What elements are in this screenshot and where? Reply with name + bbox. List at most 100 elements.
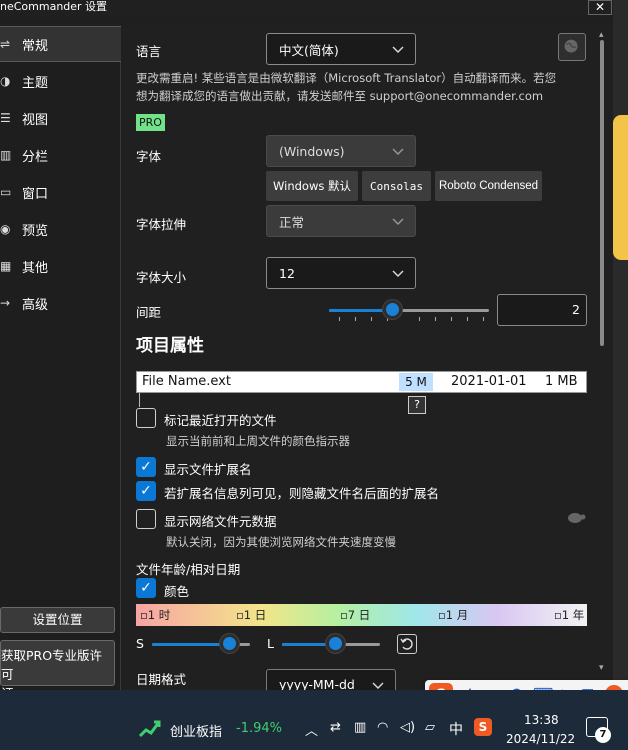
slider-tick (467, 317, 468, 321)
get-pro-license-button[interactable]: 获取PRO专业版许可 证 (0, 640, 115, 701)
mark-recent-files-label: 标记最近打开的文件 (164, 413, 277, 428)
font-value: (Windows) (279, 143, 345, 159)
hide-extension-checkbox[interactable]: ✓ (136, 481, 156, 501)
sidebar-item-window[interactable]: ▭ 窗口 (0, 174, 121, 210)
stock-chart-icon[interactable] (138, 718, 162, 740)
sidebar-item-label: 其他 (22, 260, 49, 276)
grid-icon: ▦ (0, 259, 12, 273)
taskbar: 创业板指 -1.94% ︿ ⇄ ▥ ◠ ◁) ▱ 中 S 13:38 2024/… (0, 690, 628, 750)
globe-icon (564, 39, 578, 53)
scale-1-year: ▫1 年 (554, 608, 585, 622)
turtle-icon (568, 513, 586, 523)
sidebar-item-view[interactable]: ☰ 视图 (0, 100, 121, 136)
spacing-value: 2 (572, 302, 580, 317)
reset-icon (400, 638, 413, 650)
font-size-dropdown[interactable]: 12 (266, 257, 416, 289)
font-stretch-dropdown[interactable]: 正常 (266, 205, 416, 237)
s-slider[interactable] (152, 634, 250, 654)
pen-icon[interactable]: ▱ (425, 720, 435, 735)
scale-1-day: ▫1 日 (236, 608, 267, 622)
sync-icon[interactable]: ⇄ (330, 720, 341, 735)
scale-1-month: ▫1 月 (438, 608, 469, 622)
show-extensions-label: 显示文件扩展名 (164, 462, 252, 477)
sidebar-item-advanced[interactable]: → 高级 (0, 285, 121, 321)
l-slider[interactable] (282, 634, 380, 654)
reset-sliders-button[interactable] (397, 634, 417, 654)
stock-name[interactable]: 创业板指 (170, 721, 222, 740)
font-dropdown[interactable]: (Windows) (266, 135, 416, 167)
file-age-color-scale: ▫1 时 ▫1 日 ▫7 日 ▫1 月 ▫1 年 (136, 604, 587, 626)
scroll-up-arrow-icon[interactable]: ▴ (599, 30, 604, 40)
slider-tick (419, 317, 420, 321)
sidebar-item-general[interactable]: ⇌ 常规 (0, 26, 121, 62)
sidebar-item-columns[interactable]: ▥ 分栏 (0, 137, 121, 173)
sidebar-item-label: 主题 (22, 75, 49, 91)
spacing-input[interactable]: 2 (497, 294, 587, 326)
sogou-tray-icon[interactable]: S (474, 718, 492, 736)
palette-icon: ◑ (0, 74, 11, 88)
clock-time[interactable]: 13:38 (524, 713, 559, 727)
slider-tick (483, 317, 484, 321)
file-age-color-checkbox[interactable]: ✓ (136, 578, 156, 598)
window-icon: ▭ (0, 185, 12, 199)
font-stretch-value: 正常 (279, 214, 305, 230)
scroll-down-arrow-icon[interactable]: ▾ (599, 663, 604, 673)
clock-date[interactable]: 2024/11/22 (506, 732, 575, 746)
spacing-label: 间距 (136, 305, 162, 320)
sidebar-item-label: 常规 (22, 38, 49, 54)
sidebar-item-other[interactable]: ▦ 其他 (0, 248, 121, 284)
slider-tick (371, 317, 372, 321)
scale-7-days: ▫7 日 (340, 608, 371, 622)
sidebar-item-theme[interactable]: ◑ 主题 (0, 63, 121, 99)
settings-panel: 语言 中文(简体) 更改需重启! 某些语言是由微软翻译（Microsoft Tr… (122, 26, 613, 690)
background-app-tab (613, 115, 628, 260)
scale-1-hour: ▫1 时 (140, 608, 171, 622)
sidebar-item-label: 高级 (22, 297, 49, 313)
font-size-label: 字体大小 (136, 270, 187, 285)
l-slider-thumb[interactable] (326, 634, 345, 653)
file-preview-name: File Name.ext (142, 374, 231, 389)
list-icon: ☰ (0, 111, 11, 125)
close-button[interactable]: ✕ (588, 0, 612, 15)
help-button[interactable]: ? (408, 396, 426, 414)
date-format-dropdown[interactable]: yyyy-MM-dd (266, 669, 396, 690)
title-bar: neCommander 设置 ✕ (0, 0, 628, 18)
file-preview-date: 2021-01-01 (451, 374, 527, 389)
font-stretch-label: 字体拉伸 (136, 217, 187, 232)
font-preset-consolas[interactable]: Consolas (362, 171, 431, 201)
chevron-down-icon (392, 270, 404, 277)
settings-location-button[interactable]: 设置位置 (0, 607, 115, 633)
slider-tick (451, 317, 452, 321)
language-dropdown[interactable]: 中文(简体) (266, 33, 416, 65)
mark-recent-files-checkbox[interactable] (136, 408, 156, 428)
s-slider-thumb[interactable] (220, 634, 239, 653)
show-extensions-checkbox[interactable]: ✓ (136, 457, 156, 477)
scrollbar-thumb[interactable] (600, 40, 604, 346)
font-preset-windows-default[interactable]: Windows 默认 (266, 171, 358, 201)
font-label: 字体 (136, 149, 162, 164)
globe-button[interactable] (558, 33, 586, 61)
stock-change[interactable]: -1.94% (236, 721, 282, 736)
volume-icon[interactable]: ◁) (400, 720, 415, 735)
sidebar-item-label: 预览 (22, 223, 49, 239)
s-slider-fill (152, 643, 230, 646)
pro-badge: PRO (136, 114, 165, 131)
spacing-slider-thumb[interactable] (383, 300, 402, 319)
spacing-slider[interactable] (329, 300, 489, 321)
window-title: neCommander 设置 (0, 0, 108, 13)
chevron-down-icon (392, 148, 404, 155)
slider-tick (355, 317, 356, 321)
font-preset-roboto-condensed[interactable]: Roboto Condensed (435, 171, 542, 201)
network-manager-icon[interactable]: ▥ (354, 720, 366, 735)
network-metadata-checkbox[interactable] (136, 509, 156, 529)
wifi-icon[interactable]: ◠ (377, 720, 388, 735)
mark-recent-files-hint: 显示当前前和上周文件的颜色指示器 (166, 434, 350, 448)
sidebar: ⇌ 常规 ◑ 主题 ☰ 视图 ▥ 分栏 ▭ 窗口 ◉ 预览 ▦ 其他 → 高级 设置位置 获取P… (0, 26, 121, 701)
font-size-value: 12 (279, 265, 295, 281)
vertical-scrollbar[interactable] (599, 40, 605, 680)
file-age-heading: 文件年龄/相对日期 (136, 562, 241, 577)
hide-extension-label: 若扩展名信息列可见，则隐藏文件名后面的扩展名 (164, 486, 440, 501)
input-language[interactable]: 中 (449, 719, 463, 739)
sidebar-item-preview[interactable]: ◉ 预览 (0, 211, 121, 247)
chevron-up-icon[interactable]: ︿ (305, 720, 318, 739)
